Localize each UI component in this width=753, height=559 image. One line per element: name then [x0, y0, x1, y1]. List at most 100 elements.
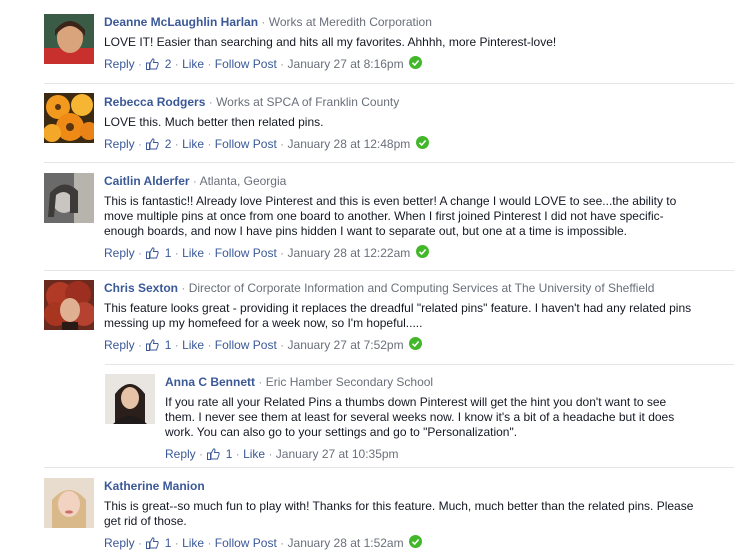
- separator-dot: ·: [261, 15, 266, 29]
- reply-link[interactable]: Reply: [104, 338, 135, 352]
- check-circle-icon: [408, 535, 422, 552]
- separator-dot: ·: [207, 536, 212, 550]
- separator-dot: ·: [174, 57, 179, 71]
- reply-link[interactable]: Reply: [104, 246, 135, 260]
- separator-dot: ·: [199, 447, 204, 461]
- follow-post-link[interactable]: Follow Post: [215, 57, 277, 71]
- thumbs-up-icon: [146, 537, 160, 553]
- timestamp[interactable]: January 27 at 7:52pm: [288, 338, 404, 352]
- separator-dot: ·: [207, 57, 212, 71]
- thumbs-up-icon: [146, 339, 160, 355]
- separator-dot: ·: [207, 246, 212, 260]
- like-count[interactable]: 2: [165, 137, 172, 151]
- separator-dot: ·: [174, 536, 179, 550]
- separator-dot: ·: [174, 137, 179, 151]
- comment-text: This is great--so much fun to play with!…: [104, 499, 694, 528]
- author-name[interactable]: Rebecca Rodgers: [104, 95, 205, 109]
- separator-dot: ·: [138, 57, 143, 71]
- separator-dot: ·: [207, 338, 212, 352]
- author-meta: Atlanta, Georgia: [199, 174, 287, 188]
- separator-dot: ·: [174, 246, 179, 260]
- like-link[interactable]: Like: [182, 246, 204, 260]
- author-meta: Works at SPCA of Franklin County: [216, 95, 400, 109]
- comment-text: If you rate all your Related Pins a thum…: [165, 395, 675, 439]
- comment-text: This feature looks great - providing it …: [104, 301, 692, 330]
- like-count[interactable]: 1: [165, 246, 172, 260]
- thumbs-up-icon: [146, 138, 160, 154]
- thumbs-up-icon: [207, 448, 221, 464]
- author-name[interactable]: Deanne McLaughlin Harlan: [104, 15, 258, 29]
- avatar-image: [44, 173, 94, 223]
- follow-post-link[interactable]: Follow Post: [215, 246, 277, 260]
- check-circle-icon: [408, 337, 422, 354]
- avatar[interactable]: [44, 14, 94, 64]
- avatar-image: [44, 478, 94, 528]
- comment-divider: [44, 162, 734, 163]
- like-link[interactable]: Like: [182, 536, 204, 550]
- reply-link[interactable]: Reply: [165, 447, 196, 461]
- check-circle-icon: [415, 245, 429, 262]
- comment-text: This is fantastic!! Already love Pintere…: [104, 194, 677, 238]
- check-circle-icon: [415, 136, 429, 153]
- separator-dot: ·: [174, 338, 179, 352]
- timestamp[interactable]: January 28 at 1:52am: [288, 536, 404, 550]
- separator-dot: ·: [208, 95, 213, 109]
- separator-dot: ·: [280, 536, 285, 550]
- comment-text: LOVE IT! Easier than searching and hits …: [104, 35, 557, 49]
- like-count[interactable]: 1: [226, 447, 233, 461]
- avatar-image: [44, 14, 94, 64]
- separator-dot: ·: [280, 246, 285, 260]
- separator-dot: ·: [258, 375, 263, 389]
- timestamp[interactable]: January 28 at 12:48pm: [288, 137, 411, 151]
- check-circle-icon: [408, 56, 422, 73]
- comment-divider: [44, 270, 734, 271]
- separator-dot: ·: [138, 246, 143, 260]
- follow-post-link[interactable]: Follow Post: [215, 338, 277, 352]
- like-link[interactable]: Like: [182, 338, 204, 352]
- author-meta: Eric Hamber Secondary School: [265, 375, 434, 389]
- reply-link[interactable]: Reply: [104, 137, 135, 151]
- author-meta: Works at Meredith Corporation: [268, 15, 432, 29]
- author-name[interactable]: Anna C Bennett: [165, 375, 255, 389]
- avatar[interactable]: [105, 374, 155, 424]
- follow-post-link[interactable]: Follow Post: [215, 137, 277, 151]
- comment-divider: [105, 364, 734, 365]
- thumbs-up-icon: [146, 58, 160, 74]
- author-name[interactable]: Caitlin Alderfer: [104, 174, 190, 188]
- separator-dot: ·: [235, 447, 240, 461]
- separator-dot: ·: [280, 57, 285, 71]
- avatar-image: [105, 374, 155, 424]
- avatar[interactable]: [44, 280, 94, 330]
- like-link[interactable]: Like: [243, 447, 265, 461]
- separator-dot: ·: [192, 174, 197, 188]
- avatar-image: [44, 93, 94, 143]
- like-link[interactable]: Like: [182, 57, 204, 71]
- like-count[interactable]: 1: [165, 536, 172, 550]
- comment-divider: [44, 83, 734, 84]
- separator-dot: ·: [207, 137, 212, 151]
- author-name[interactable]: Katherine Manion: [104, 479, 205, 493]
- avatar[interactable]: [44, 93, 94, 143]
- reply-link[interactable]: Reply: [104, 57, 135, 71]
- like-count[interactable]: 1: [165, 338, 172, 352]
- separator-dot: ·: [138, 338, 143, 352]
- like-count[interactable]: 2: [165, 57, 172, 71]
- avatar-image: [44, 280, 94, 330]
- reply-link[interactable]: Reply: [104, 536, 135, 550]
- separator-dot: ·: [268, 447, 273, 461]
- timestamp[interactable]: January 27 at 8:16pm: [288, 57, 404, 71]
- like-link[interactable]: Like: [182, 137, 204, 151]
- separator-dot: ·: [181, 281, 186, 295]
- separator-dot: ·: [280, 338, 285, 352]
- thumbs-up-icon: [146, 247, 160, 263]
- follow-post-link[interactable]: Follow Post: [215, 536, 277, 550]
- separator-dot: ·: [138, 137, 143, 151]
- avatar[interactable]: [44, 173, 94, 223]
- author-name[interactable]: Chris Sexton: [104, 281, 178, 295]
- separator-dot: ·: [138, 536, 143, 550]
- timestamp[interactable]: January 28 at 12:22am: [288, 246, 411, 260]
- separator-dot: ·: [280, 137, 285, 151]
- comment-text: LOVE this. Much better then related pins…: [104, 115, 324, 129]
- avatar[interactable]: [44, 478, 94, 528]
- timestamp[interactable]: January 27 at 10:35pm: [276, 447, 399, 461]
